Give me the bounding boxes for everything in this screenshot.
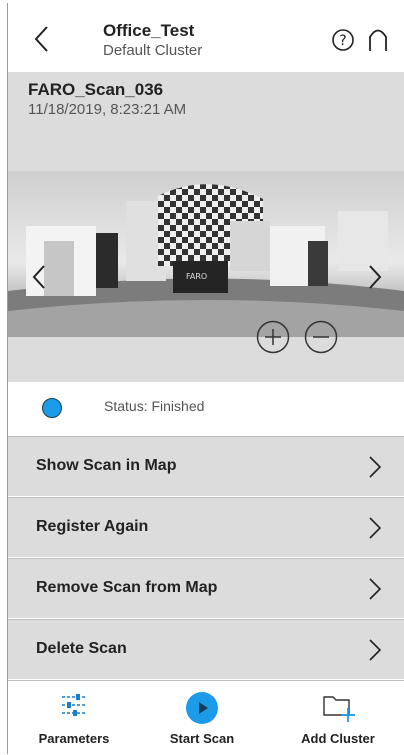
scan-name: FARO_Scan_036: [28, 80, 164, 99]
chevron-right-icon: [369, 639, 382, 661]
zoom-out-button[interactable]: [304, 320, 338, 354]
remove-scan-from-map-button[interactable]: Remove Scan from Map: [8, 558, 404, 618]
svg-text:FARO: FARO: [186, 272, 207, 281]
title-block: Office_Test Default Cluster: [103, 21, 202, 61]
status-indicator: [42, 398, 62, 418]
zoom-in-button[interactable]: [256, 320, 290, 354]
app-header: Office_Test Default Cluster ?: [8, 4, 404, 73]
start-scan-button[interactable]: Start Scan: [152, 681, 252, 755]
action-label: Register Again: [36, 518, 149, 535]
chevron-right-icon: [369, 578, 382, 600]
add-cluster-button[interactable]: Add Cluster: [276, 681, 400, 755]
bottom-toolbar: Parameters Start Scan Add Cluster: [8, 680, 404, 755]
status-row: Status: Finished: [8, 382, 404, 436]
project-title: Office_Test: [103, 21, 195, 40]
add-cluster-label: Add Cluster: [301, 731, 375, 746]
show-scan-in-map-button[interactable]: Show Scan in Map: [8, 436, 404, 496]
delete-scan-button[interactable]: Delete Scan: [8, 619, 404, 679]
play-icon: [186, 692, 218, 724]
chevron-right-icon: [369, 265, 382, 289]
svg-text:?: ?: [339, 33, 346, 49]
add-folder-icon: [323, 696, 355, 722]
panorama-image: FARO: [8, 171, 404, 337]
cluster-subtitle: Default Cluster: [103, 42, 203, 59]
action-label: Delete Scan: [36, 640, 127, 657]
home-icon: [369, 29, 387, 51]
scan-date: 11/18/2019, 8:23:21 AM: [28, 101, 187, 118]
register-again-button[interactable]: Register Again: [8, 497, 404, 557]
panorama-preview[interactable]: FARO: [8, 171, 404, 337]
action-label: Show Scan in Map: [36, 457, 177, 474]
parameters-button[interactable]: Parameters: [22, 681, 126, 755]
chevron-right-icon: [369, 456, 382, 478]
home-button[interactable]: [366, 26, 390, 52]
help-button[interactable]: ?: [331, 28, 355, 52]
back-button[interactable]: [30, 22, 54, 56]
next-view-button[interactable]: [366, 262, 384, 292]
sliders-icon: [62, 694, 86, 716]
plus-icon: [256, 320, 290, 354]
status-text: Status: Finished: [104, 398, 205, 414]
chevron-left-icon: [32, 265, 45, 289]
parameters-label: Parameters: [38, 731, 110, 746]
previous-view-button[interactable]: [30, 262, 48, 292]
help-icon: ?: [332, 29, 354, 51]
action-label: Remove Scan from Map: [36, 579, 218, 596]
minus-icon: [304, 320, 338, 354]
chevron-left-icon: [34, 26, 48, 52]
start-scan-label: Start Scan: [169, 731, 235, 746]
chevron-right-icon: [369, 517, 382, 539]
